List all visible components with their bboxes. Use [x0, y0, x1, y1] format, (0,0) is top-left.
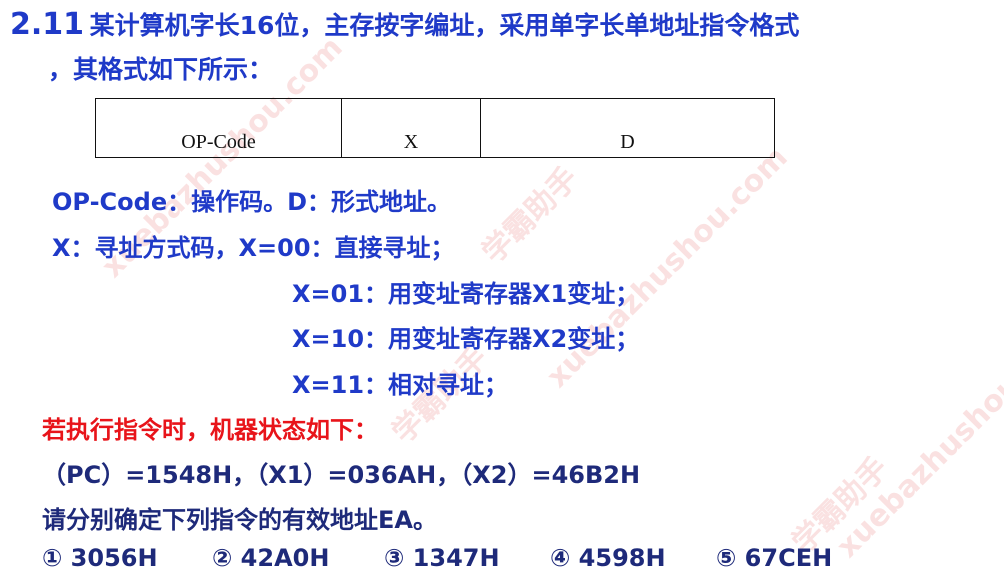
instruction-item: ③ 1347H	[384, 544, 500, 572]
definition-x10: X=10：用变址寄存器X2变址；	[292, 325, 640, 353]
definition-x11: X=11：相对寻址；	[292, 371, 509, 399]
definition-x-intro: X：寻址方式码，X=00：直接寻址；	[52, 234, 455, 262]
format-field-opcode: OP-Code	[95, 98, 342, 158]
watermark-text: xuebazhushou.com	[830, 310, 1004, 565]
problem-number: 2.11	[10, 7, 85, 42]
instruction-format-table: OP-Code X D	[95, 98, 775, 158]
machine-state-heading: 若执行指令时，机器状态如下：	[42, 416, 378, 444]
definition-x01: X=01：用变址寄存器X1变址；	[292, 280, 640, 308]
instruction-item: ④ 4598H	[550, 544, 666, 572]
problem-title-line1: 某计算机字长16位，主存按字编址，采用单字长单地址指令格式	[89, 11, 800, 40]
problem-title: 2.11 某计算机字长16位，主存按字编址，采用单字长单地址指令格式	[10, 6, 799, 42]
instruction-item: ① 3056H	[42, 544, 158, 572]
watermark-text: 学霸助手	[475, 160, 586, 271]
machine-state-registers: （PC）=1548H，（X1）=036AH，（X2）=46B2H	[42, 461, 641, 489]
instruction-item: ② 42A0H	[212, 544, 330, 572]
format-field-x: X	[341, 98, 481, 158]
question-text: 请分别确定下列指令的有效地址EA。	[42, 506, 437, 534]
problem-title-line2: ，其格式如下所示：	[48, 55, 274, 84]
instruction-item: ⑤ 67CEH	[716, 544, 833, 572]
definition-opcode: OP-Code：操作码。D：形式地址。	[52, 188, 452, 216]
format-field-d: D	[480, 98, 775, 158]
